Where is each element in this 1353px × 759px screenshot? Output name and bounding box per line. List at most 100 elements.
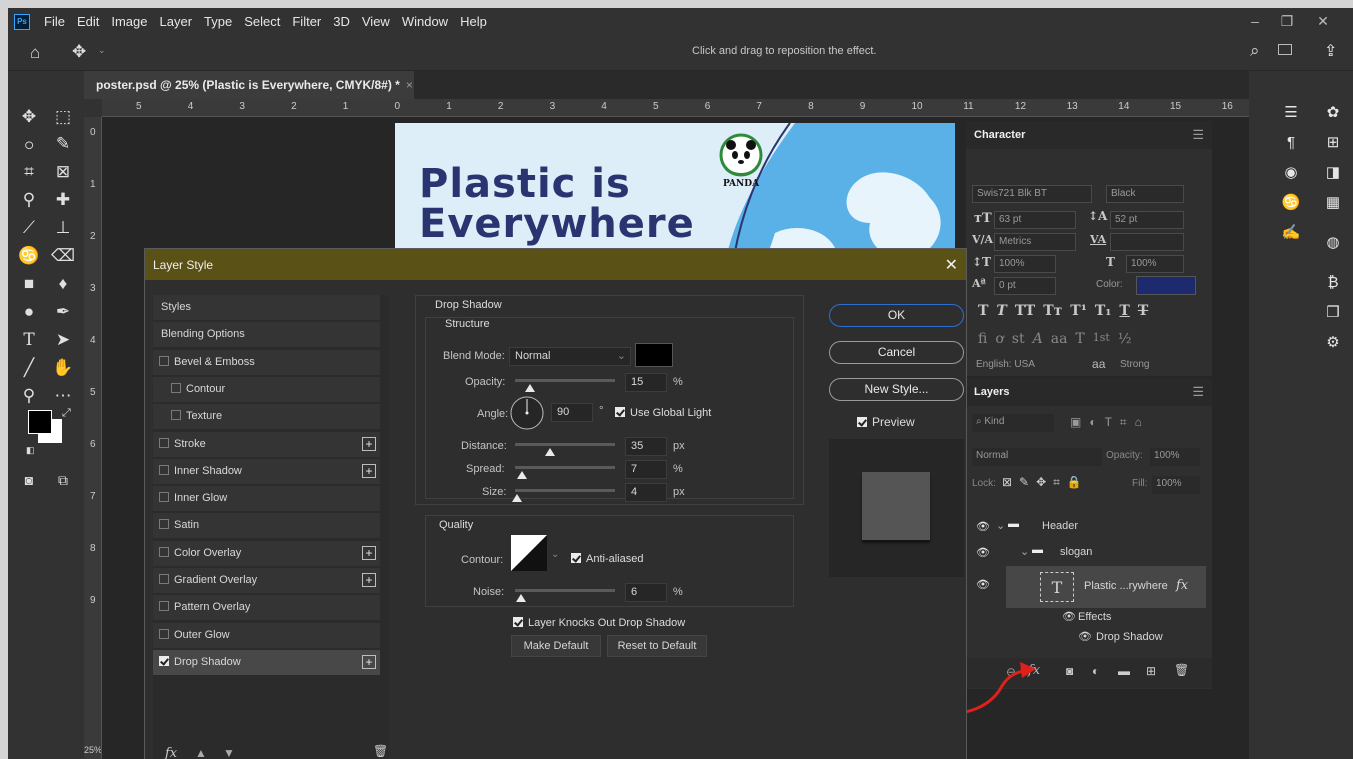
new-layer-icon[interactable]: ⊞ bbox=[1146, 664, 1156, 678]
patterns-icon[interactable]: ▦ bbox=[1322, 192, 1344, 214]
leading-field[interactable]: 52 pt bbox=[1110, 211, 1184, 229]
visibility-eye-icon[interactable]: 👁 bbox=[976, 578, 990, 591]
distance-slider[interactable] bbox=[515, 443, 615, 446]
workspace-icon[interactable] bbox=[1278, 44, 1292, 55]
move-tool-icon[interactable]: ✥ bbox=[72, 42, 86, 62]
stamp-tool-icon[interactable]: ⊥ bbox=[50, 215, 76, 241]
old-style-button[interactable]: ơ bbox=[995, 331, 1003, 347]
noise-slider-thumb[interactable] bbox=[516, 594, 526, 602]
close-icon[interactable]: ✕ bbox=[945, 255, 958, 275]
layer-row-header[interactable]: 👁 ⌄ ▬ Header bbox=[966, 514, 1212, 540]
horizontal-scale-field[interactable]: 100% bbox=[1126, 255, 1184, 273]
layer-row-text-selected[interactable]: T Plastic ...rywhere fx bbox=[1006, 566, 1206, 608]
knocks-out-checkbox[interactable]: Layer Knocks Out Drop Shadow bbox=[513, 617, 685, 629]
contour-dropdown-icon[interactable]: ⌄ bbox=[551, 549, 559, 560]
home-icon[interactable]: ⌂ bbox=[30, 43, 40, 63]
lock-icons[interactable]: ⊠✎✥⌗🔒 bbox=[1002, 475, 1089, 490]
gradient-tool-icon[interactable]: ■ bbox=[16, 271, 42, 297]
poster-artwork[interactable]: Plastic is Everywhere PANDA bbox=[395, 123, 955, 263]
menu-window[interactable]: Window bbox=[396, 14, 454, 29]
layer-row-effects[interactable]: 👁 Effects bbox=[966, 608, 1212, 628]
quick-select-icon[interactable]: ✎ bbox=[50, 131, 76, 157]
layer-row-slogan[interactable]: 👁 ⌄ ▬ slogan bbox=[966, 540, 1212, 566]
delete-effect-icon[interactable]: 🗑 bbox=[373, 744, 388, 758]
menu-image[interactable]: Image bbox=[105, 14, 153, 29]
layer-filter-kind[interactable]: ⌕ Kind bbox=[972, 414, 1054, 432]
layer-opacity-field[interactable]: 100% bbox=[1150, 448, 1200, 466]
style-item[interactable]: Blending Options bbox=[153, 322, 380, 348]
document-tab[interactable]: poster.psd @ 25% (Plastic is Everywhere,… bbox=[84, 71, 414, 99]
tracking-field[interactable] bbox=[1110, 233, 1184, 251]
path-select-icon[interactable]: ➤ bbox=[50, 327, 76, 353]
underline-button[interactable]: T bbox=[1119, 303, 1129, 319]
style-item[interactable]: Inner Glow bbox=[153, 486, 380, 512]
spread-slider[interactable] bbox=[515, 466, 615, 469]
style-item[interactable]: Bevel & Emboss bbox=[153, 349, 380, 375]
preview-check-icon[interactable] bbox=[857, 416, 867, 427]
menu-type[interactable]: Type bbox=[198, 14, 238, 29]
layer-blend-mode-select[interactable]: Normal bbox=[972, 448, 1102, 466]
move-down-icon[interactable]: ▼ bbox=[223, 746, 235, 759]
size-field[interactable]: 4 bbox=[625, 483, 667, 502]
kerning-field[interactable]: Metrics bbox=[994, 233, 1076, 251]
adjustments-icon[interactable]: ◉ bbox=[1280, 162, 1302, 184]
restore-icon[interactable]: ❐ bbox=[1272, 8, 1302, 35]
superscript-button[interactable]: T¹ bbox=[1070, 303, 1087, 319]
style-checkbox[interactable] bbox=[159, 519, 169, 530]
fractions-button[interactable]: ½ bbox=[1118, 331, 1132, 347]
add-effect-plus-icon[interactable]: + bbox=[362, 463, 376, 478]
add-mask-icon[interactable]: ◙ bbox=[1066, 664, 1073, 678]
style-item[interactable]: Styles bbox=[153, 295, 380, 320]
distance-field[interactable]: 35 bbox=[625, 437, 667, 456]
anti-alias-select[interactable]: Strong bbox=[1116, 357, 1184, 375]
style-checkbox[interactable] bbox=[159, 655, 169, 666]
size-slider[interactable] bbox=[515, 489, 615, 492]
spread-slider-thumb[interactable] bbox=[517, 471, 527, 479]
drop-shadow-eye-icon[interactable]: 👁 bbox=[1078, 630, 1092, 643]
menu-3d[interactable]: 3D bbox=[327, 14, 356, 29]
baseline-shift-field[interactable]: 0 pt bbox=[994, 277, 1056, 295]
move-tool-icon[interactable]: ✥ bbox=[16, 104, 42, 130]
visibility-eye-icon[interactable]: 👁 bbox=[976, 546, 990, 559]
style-item[interactable]: Color Overlay + bbox=[153, 540, 380, 566]
chevron-down-icon[interactable]: ⌄ bbox=[996, 519, 1005, 532]
spread-field[interactable]: 7 bbox=[625, 460, 667, 479]
style-item[interactable]: Stroke + bbox=[153, 431, 380, 457]
zoom-tool-icon[interactable]: ⚲ bbox=[16, 383, 42, 409]
titling-button[interactable]: aa bbox=[1051, 331, 1068, 347]
chevron-down-icon[interactable]: ⌄ bbox=[98, 45, 106, 56]
distance-slider-thumb[interactable] bbox=[545, 448, 555, 456]
close-window-icon[interactable]: ✕ bbox=[1308, 8, 1338, 35]
new-style-button[interactable]: New Style... bbox=[829, 378, 964, 401]
style-item[interactable]: Outer Glow bbox=[153, 622, 380, 648]
style-checkbox[interactable] bbox=[159, 437, 169, 448]
font-style-select[interactable]: Black bbox=[1106, 185, 1184, 203]
size-slider-thumb[interactable] bbox=[512, 494, 522, 502]
eyedropper-icon[interactable]: ⚲ bbox=[16, 187, 42, 213]
adjustment-layer-icon[interactable]: ◐ bbox=[1092, 664, 1099, 678]
opacity-slider-thumb[interactable] bbox=[525, 384, 535, 392]
style-item[interactable]: Gradient Overlay + bbox=[153, 568, 380, 593]
menu-help[interactable]: Help bbox=[454, 14, 493, 29]
add-effect-plus-icon[interactable]: + bbox=[362, 654, 376, 669]
dodge-tool-icon[interactable]: ● bbox=[16, 299, 42, 325]
default-colors-icon[interactable]: ◧ bbox=[26, 445, 35, 456]
menu-filter[interactable]: Filter bbox=[286, 14, 327, 29]
new-group-icon[interactable]: ▬ bbox=[1118, 664, 1130, 678]
faux-italic-button[interactable]: T bbox=[996, 303, 1006, 319]
style-checkbox[interactable] bbox=[159, 492, 169, 503]
add-effect-plus-icon[interactable]: + bbox=[362, 436, 376, 451]
crop-tool-icon[interactable]: ⌗ bbox=[16, 159, 42, 185]
line-tool-icon[interactable]: ╱ bbox=[16, 355, 42, 381]
anti-aliased-check-icon[interactable] bbox=[571, 553, 581, 564]
reset-to-default-button[interactable]: Reset to Default bbox=[607, 635, 707, 657]
gradients-icon[interactable]: ◨ bbox=[1322, 162, 1344, 184]
search-icon[interactable]: ⌕ bbox=[1250, 41, 1260, 61]
ordinals-button[interactable]: T bbox=[1075, 331, 1084, 347]
style-checkbox[interactable] bbox=[159, 464, 169, 475]
style-checkbox[interactable] bbox=[159, 628, 169, 639]
swatches-icon[interactable]: ⊞ bbox=[1322, 132, 1344, 154]
list-fx-icon[interactable]: fx bbox=[165, 746, 177, 759]
all-caps-button[interactable]: TT bbox=[1015, 303, 1035, 319]
style-item[interactable]: Texture bbox=[153, 404, 380, 430]
